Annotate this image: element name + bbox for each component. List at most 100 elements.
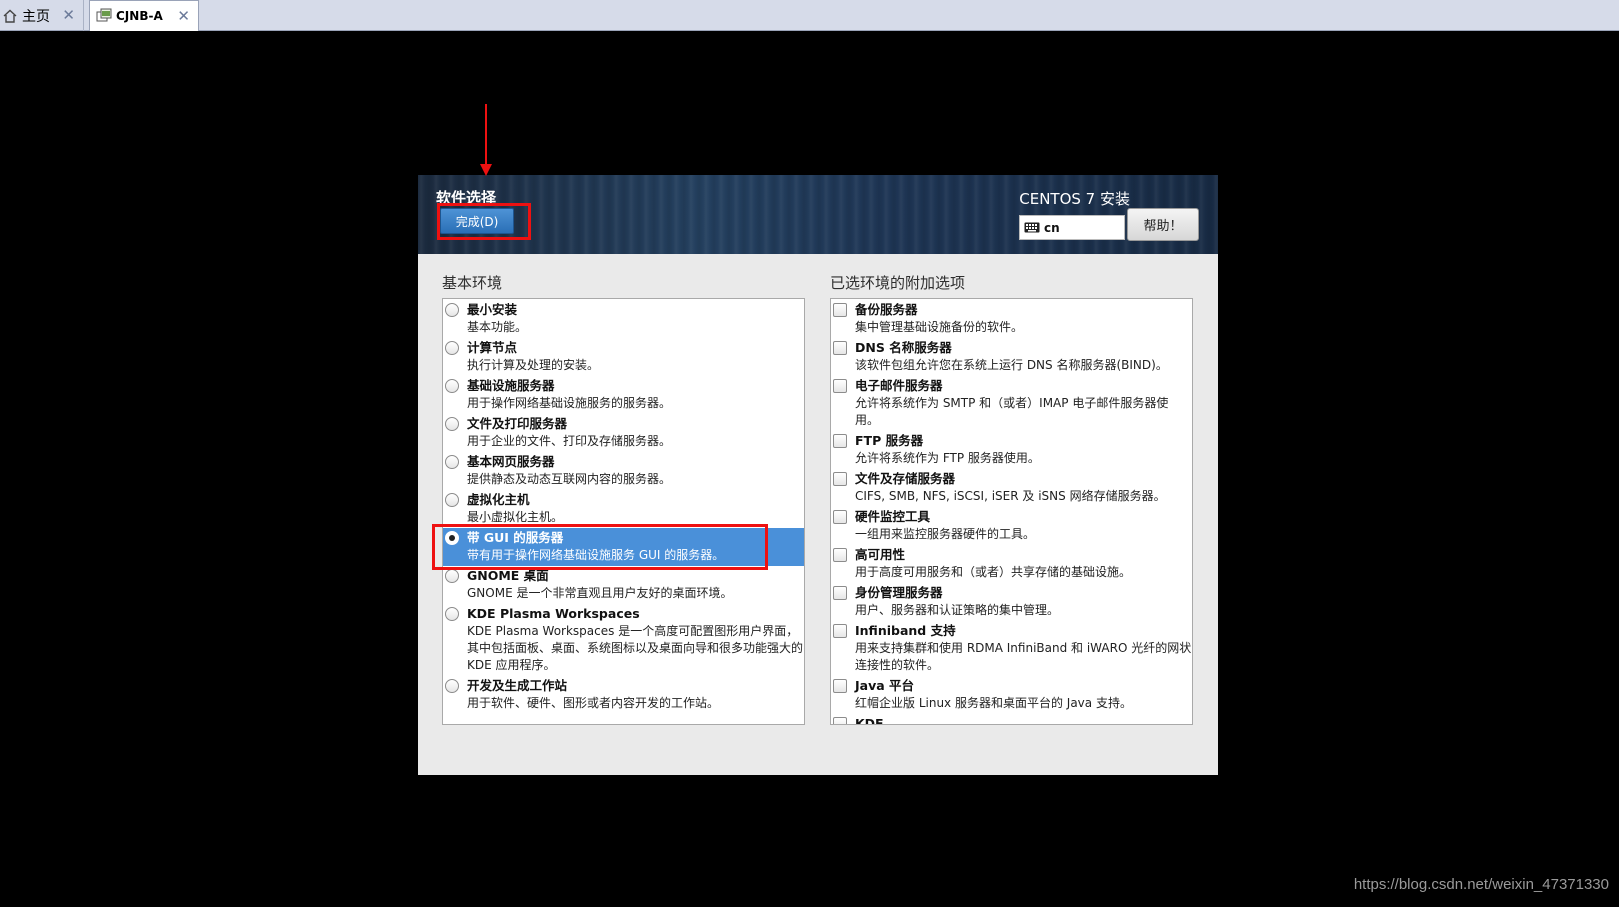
addons-label: 已选环境的附加选项	[830, 274, 966, 292]
tab-home-label: 主页	[22, 8, 50, 25]
option-title: Java 平台	[855, 678, 915, 693]
environment-option[interactable]: 最小安装 基本功能。	[443, 299, 804, 338]
checkbox[interactable]	[833, 510, 847, 524]
option-description: 提供静态及动态互联网内容的服务器。	[467, 472, 672, 486]
vm-icon	[96, 8, 112, 24]
addon-option[interactable]: FTP 服务器允许将系统作为 FTP 服务器使用。	[831, 431, 1192, 469]
addon-option[interactable]: KDE	[831, 714, 1192, 725]
option-description: 用于企业的文件、打印及存储服务器。	[467, 434, 672, 448]
option-title: 身份管理服务器	[855, 585, 943, 600]
option-description: 允许将系统作为 FTP 服务器使用。	[855, 451, 1040, 465]
addon-option[interactable]: 备份服务器集中管理基础设施备份的软件。	[831, 299, 1192, 338]
addon-option[interactable]: 硬件监控工具一组用来监控服务器硬件的工具。	[831, 507, 1192, 545]
keyboard-layout-label: cn	[1044, 220, 1060, 235]
checkbox[interactable]	[833, 624, 847, 638]
radio-button[interactable]	[445, 569, 459, 583]
option-description: 该软件包组允许您在系统上运行 DNS 名称服务器(BIND)。	[855, 358, 1168, 372]
checkbox[interactable]	[833, 303, 847, 317]
base-environment-label: 基本环境	[442, 274, 503, 292]
environment-option[interactable]: KDE Plasma Workspaces KDE Plasma Workspac…	[443, 604, 804, 676]
option-description: 允许将系统作为 SMTP 和（或者）IMAP 电子邮件服务器使用。	[855, 396, 1169, 427]
environment-option[interactable]: GNOME 桌面 GNOME 是一个非常直观且用户友好的桌面环境。	[443, 566, 804, 604]
option-title: FTP 服务器	[855, 433, 924, 448]
radio-button[interactable]	[445, 455, 459, 469]
spoke-header: 软件选择 完成(D) CENTOS 7 安装 cn 帮助！	[418, 175, 1218, 254]
radio-button[interactable]	[445, 417, 459, 431]
option-title: 虚拟化主机	[467, 492, 530, 507]
installer-window: 软件选择 完成(D) CENTOS 7 安装 cn 帮助！ 基本环境 已选环境的…	[418, 175, 1218, 775]
option-description: 用户、服务器和认证策略的集中管理。	[855, 603, 1060, 617]
annotation-box-gui-server	[432, 524, 768, 570]
environment-option[interactable]: 基础设施服务器用于操作网络基础设施服务的服务器。	[443, 376, 804, 414]
radio-button[interactable]	[445, 379, 459, 393]
addon-option[interactable]: Infiniband 支持用来支持集群和使用 RDMA InfiniBand 和…	[831, 621, 1192, 676]
close-icon[interactable]: ✕	[177, 7, 190, 25]
option-title: KDE Plasma Workspaces	[467, 606, 640, 621]
option-title: 最小安装	[467, 302, 518, 317]
checkbox[interactable]	[833, 586, 847, 600]
checkbox[interactable]	[833, 379, 847, 393]
close-icon[interactable]: ✕	[62, 6, 75, 24]
tab-vm-label: CJNB-A	[116, 9, 163, 23]
keyboard-layout-indicator[interactable]: cn	[1019, 215, 1125, 240]
addon-option[interactable]: 身份管理服务器用户、服务器和认证策略的集中管理。	[831, 583, 1192, 621]
product-title: CENTOS 7 安装	[1019, 190, 1130, 208]
checkbox[interactable]	[833, 434, 847, 448]
option-title: 文件及存储服务器	[855, 471, 956, 486]
radio-button[interactable]	[445, 607, 459, 621]
environment-option[interactable]: 开发及生成工作站用于软件、硬件、图形或者内容开发的工作站。	[443, 676, 804, 714]
radio-button[interactable]	[445, 341, 459, 355]
tab-bar: 主页 ✕ CJNB-A ✕	[0, 0, 1619, 31]
keyboard-icon	[1024, 222, 1040, 233]
radio-button[interactable]	[445, 679, 459, 693]
option-title: 电子邮件服务器	[855, 378, 943, 393]
home-icon	[2, 8, 18, 24]
checkbox[interactable]	[833, 679, 847, 693]
option-description: 执行计算及处理的安装。	[467, 358, 600, 372]
option-title: KDE	[855, 716, 884, 725]
option-title: 备份服务器	[855, 302, 918, 317]
checkbox[interactable]	[833, 717, 847, 724]
option-description: 用于高度可用服务和（或者）共享存储的基础设施。	[855, 565, 1132, 579]
checkbox[interactable]	[833, 341, 847, 355]
option-description: 红帽企业版 Linux 服务器和桌面平台的 Java 支持。	[855, 696, 1132, 710]
help-button[interactable]: 帮助！	[1127, 208, 1199, 241]
option-description: KDE Plasma Workspaces 是一个高度可配置图形用户界面，其中包…	[467, 624, 804, 672]
addon-option[interactable]: 文件及存储服务器 CIFS, SMB, NFS, iSCSI, iSER 及 iS…	[831, 469, 1192, 507]
annotation-box-done	[437, 203, 531, 240]
option-title: 高可用性	[855, 547, 906, 562]
option-title: 文件及打印服务器	[467, 416, 568, 431]
watermark: https://blog.csdn.net/weixin_47371330	[1353, 876, 1609, 893]
checkbox[interactable]	[833, 548, 847, 562]
radio-button[interactable]	[445, 493, 459, 507]
addon-option[interactable]: DNS 名称服务器该软件包组允许您在系统上运行 DNS 名称服务器(BIND)。	[831, 338, 1192, 376]
option-description: GNOME 是一个非常直观且用户友好的桌面环境。	[467, 586, 733, 600]
tab-home[interactable]: 主页 ✕	[0, 0, 84, 31]
base-environment-list[interactable]: 最小安装基本功能。计算节点执行计算及处理的安装。 基础设施服务器用于操作网络基础设…	[442, 298, 805, 725]
environment-option[interactable]: 基本网页服务器提供静态及动态互联网内容的服务器。	[443, 452, 804, 490]
option-description: 用来支持集群和使用 RDMA InfiniBand 和 iWARO 光纤的网状连…	[855, 641, 1192, 672]
addons-list[interactable]: 备份服务器 集中管理基础设施备份的软件。 DNS 名称服务器 该软件包组允许您在系统上…	[830, 298, 1193, 725]
option-title: DNS 名称服务器	[855, 340, 952, 355]
addon-option[interactable]: 电子邮件服务器允许将系统作为 SMTP 和（或者）IMAP 电子邮件服务器使用。	[831, 376, 1192, 431]
environment-option[interactable]: 计算节点执行计算及处理的安装。	[443, 338, 804, 376]
option-title: 硬件监控工具	[855, 509, 931, 524]
option-description: 用于软件、硬件、图形或者内容开发的工作站。	[467, 696, 720, 710]
option-description: 基本功能。	[467, 320, 528, 334]
addon-option[interactable]: Java 平台红帽企业版 Linux 服务器和桌面平台的 Java 支持。	[831, 676, 1192, 714]
annotation-arrow	[480, 104, 492, 176]
option-title: 开发及生成工作站	[467, 678, 568, 693]
radio-button[interactable]	[445, 303, 459, 317]
checkbox[interactable]	[833, 472, 847, 486]
environment-option[interactable]: 虚拟化主机 最小虚拟化主机。	[443, 490, 804, 528]
tab-vm[interactable]: CJNB-A ✕	[89, 0, 199, 31]
addon-option[interactable]: 高可用性用于高度可用服务和（或者）共享存储的基础设施。	[831, 545, 1192, 583]
environment-option[interactable]: 文件及打印服务器用于企业的文件、打印及存储服务器。	[443, 414, 804, 452]
option-description: 用于操作网络基础设施服务的服务器。	[467, 396, 672, 410]
option-description: 一组用来监控服务器硬件的工具。	[855, 527, 1036, 541]
option-title: 基础设施服务器	[467, 378, 555, 393]
option-title: 基本网页服务器	[467, 454, 555, 469]
option-title: 计算节点	[467, 340, 518, 355]
option-title: Infiniband 支持	[855, 623, 956, 638]
option-description: 集中管理基础设施备份的软件。	[855, 320, 1024, 334]
